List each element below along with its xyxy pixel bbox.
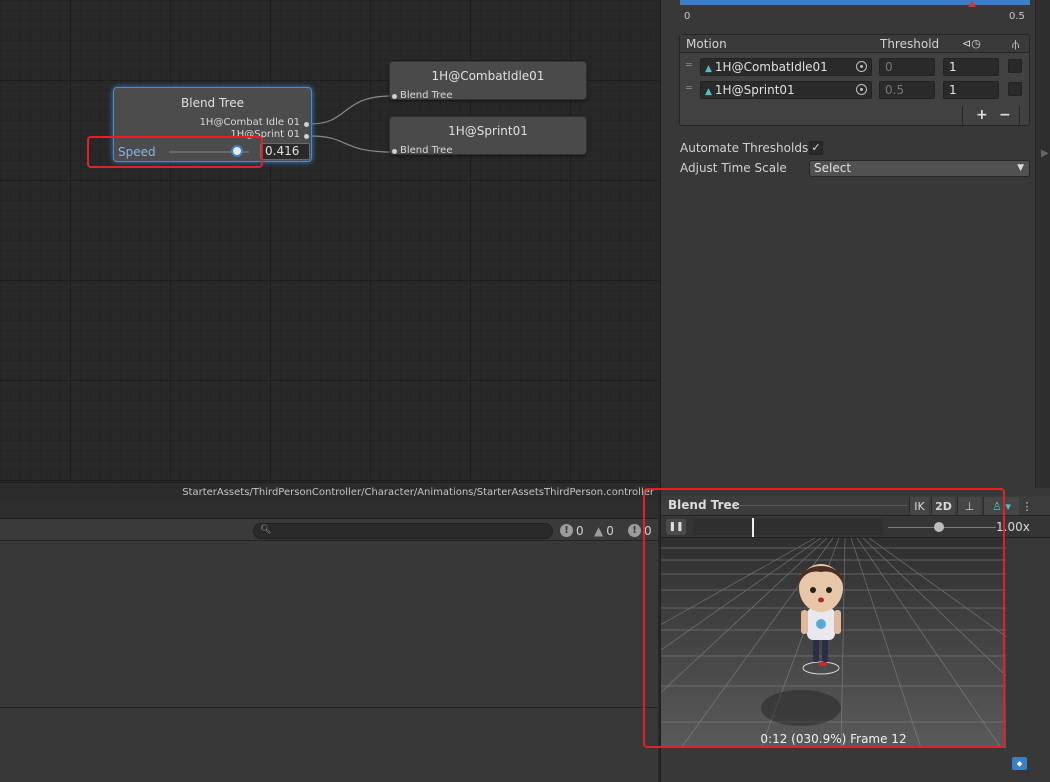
remove-motion-button[interactable]: − [999,107,1011,123]
threshold-max-label: 0.5 [1009,11,1025,22]
mirror-header-icon: ⫛ [1012,37,1020,51]
unity-editor: Blend Tree 1H@Combat Idle 01 1H@Sprint 0… [0,0,1050,782]
console-tab-bar: ⋮ [0,501,658,519]
add-remove-buttons: + − [962,106,1020,126]
threshold-header-label: Threshold [880,37,940,51]
chevron-down-icon: ▼ [1017,163,1024,173]
threshold-field[interactable]: 0 [879,58,935,76]
drag-handle-icon[interactable]: ═ [686,83,692,94]
preview-highlight-box [643,488,1005,748]
connection-sprint [309,135,393,153]
threshold-field[interactable]: 0.5 [879,81,935,99]
speed-value-field[interactable]: 0.416 [260,143,310,160]
mirror-checkbox[interactable] [1008,82,1022,96]
automate-thresholds-label: Automate Thresholds [680,141,809,155]
motion-row: ═ ▲ 1H@CombatIdle01 0 1 [680,56,1029,78]
drag-handle-icon[interactable]: ═ [686,60,692,71]
animation-clip-icon: ▲ [705,64,712,74]
animator-graph[interactable]: Blend Tree 1H@Combat Idle 01 1H@Sprint 0… [0,0,658,482]
automate-thresholds-checkbox[interactable]: ✓ [809,141,823,155]
clip-node-title: 1H@Sprint01 [448,124,528,138]
console-toolbar: 🔍︎ ! 0 ▲ 0 ! 0 [0,519,658,541]
adjust-time-scale-value: Select [814,161,852,175]
animation-clip-icon: ▲ [705,87,712,97]
controller-path: StarterAssets/ThirdPersonController/Char… [0,482,658,501]
port-dot-sprint[interactable] [304,134,309,139]
port-dot-combat-idle[interactable] [304,122,309,127]
expand-arrow-icon[interactable]: ▶ [1041,148,1049,159]
search-icon: 🔍︎ [260,525,272,535]
threshold-bar[interactable] [680,0,1030,5]
time-scale-field[interactable]: 1 [943,81,999,99]
speed-highlight-box [87,136,263,168]
console-search-input[interactable]: 🔍︎ [253,523,553,539]
console-divider[interactable] [0,707,658,708]
info-count: 0 [576,523,584,538]
clip-input-label: Blend Tree [400,145,453,156]
time-scale-field[interactable]: 1 [943,58,999,76]
port-label-combat-idle: 1H@Combat Idle 01 [199,117,300,128]
blend-tree-node-title: Blend Tree [181,96,244,110]
label-icon[interactable]: ⬥ [1012,757,1027,770]
connection-idle [309,95,393,125]
motion-table-header: Motion Threshold ⊲◷ ⫛ [680,35,1029,53]
motion-object-field[interactable]: ▲ 1H@Sprint01 [700,81,872,99]
error-icon: ! [628,524,641,537]
console-panel: ⋮ 🔍︎ ! 0 ▲ 0 ! 0 [0,501,658,782]
clip-node-combat-idle[interactable]: 1H@CombatIdle01 Blend Tree [389,61,587,101]
motion-row: ═ ▲ 1H@Sprint01 0.5 1 [680,79,1029,101]
info-count-toggle[interactable]: ! 0 [560,522,584,539]
warning-count: 0 [606,523,614,538]
threshold-marker-icon[interactable] [968,1,976,7]
motion-clip-name: 1H@CombatIdle01 [714,60,828,74]
motion-header-label: Motion [686,37,727,51]
warning-count-toggle[interactable]: ▲ 0 [594,522,614,539]
inspector-panel: 0 0.5 Motion Threshold ⊲◷ ⫛ ═ ▲ 1H@Combat… [660,0,1050,488]
mirror-checkbox[interactable] [1008,59,1022,73]
preview-side-area [1006,538,1050,748]
clip-input-label: Blend Tree [400,90,453,101]
time-scale-header-icon: ⊲◷ [962,37,981,50]
clip-node-sprint[interactable]: 1H@Sprint01 Blend Tree [389,116,587,156]
inspector-scrollbar[interactable] [1035,0,1050,488]
info-icon: ! [560,524,573,537]
object-picker-icon[interactable] [856,84,867,95]
more-options-icon[interactable]: ⋮ [1021,497,1033,515]
clip-node-title: 1H@CombatIdle01 [431,69,545,83]
add-motion-button[interactable]: + [976,107,988,123]
clip-input-dot[interactable] [392,94,397,99]
motion-object-field[interactable]: ▲ 1H@CombatIdle01 [700,58,872,76]
object-picker-icon[interactable] [856,61,867,72]
threshold-min-label: 0 [684,11,691,22]
motion-clip-name: 1H@Sprint01 [714,83,795,97]
adjust-time-scale-dropdown[interactable]: Select ▼ [809,160,1030,177]
clip-input-dot[interactable] [392,149,397,154]
warning-icon: ▲ [594,523,604,538]
adjust-time-scale-label: Adjust Time Scale [680,161,787,175]
